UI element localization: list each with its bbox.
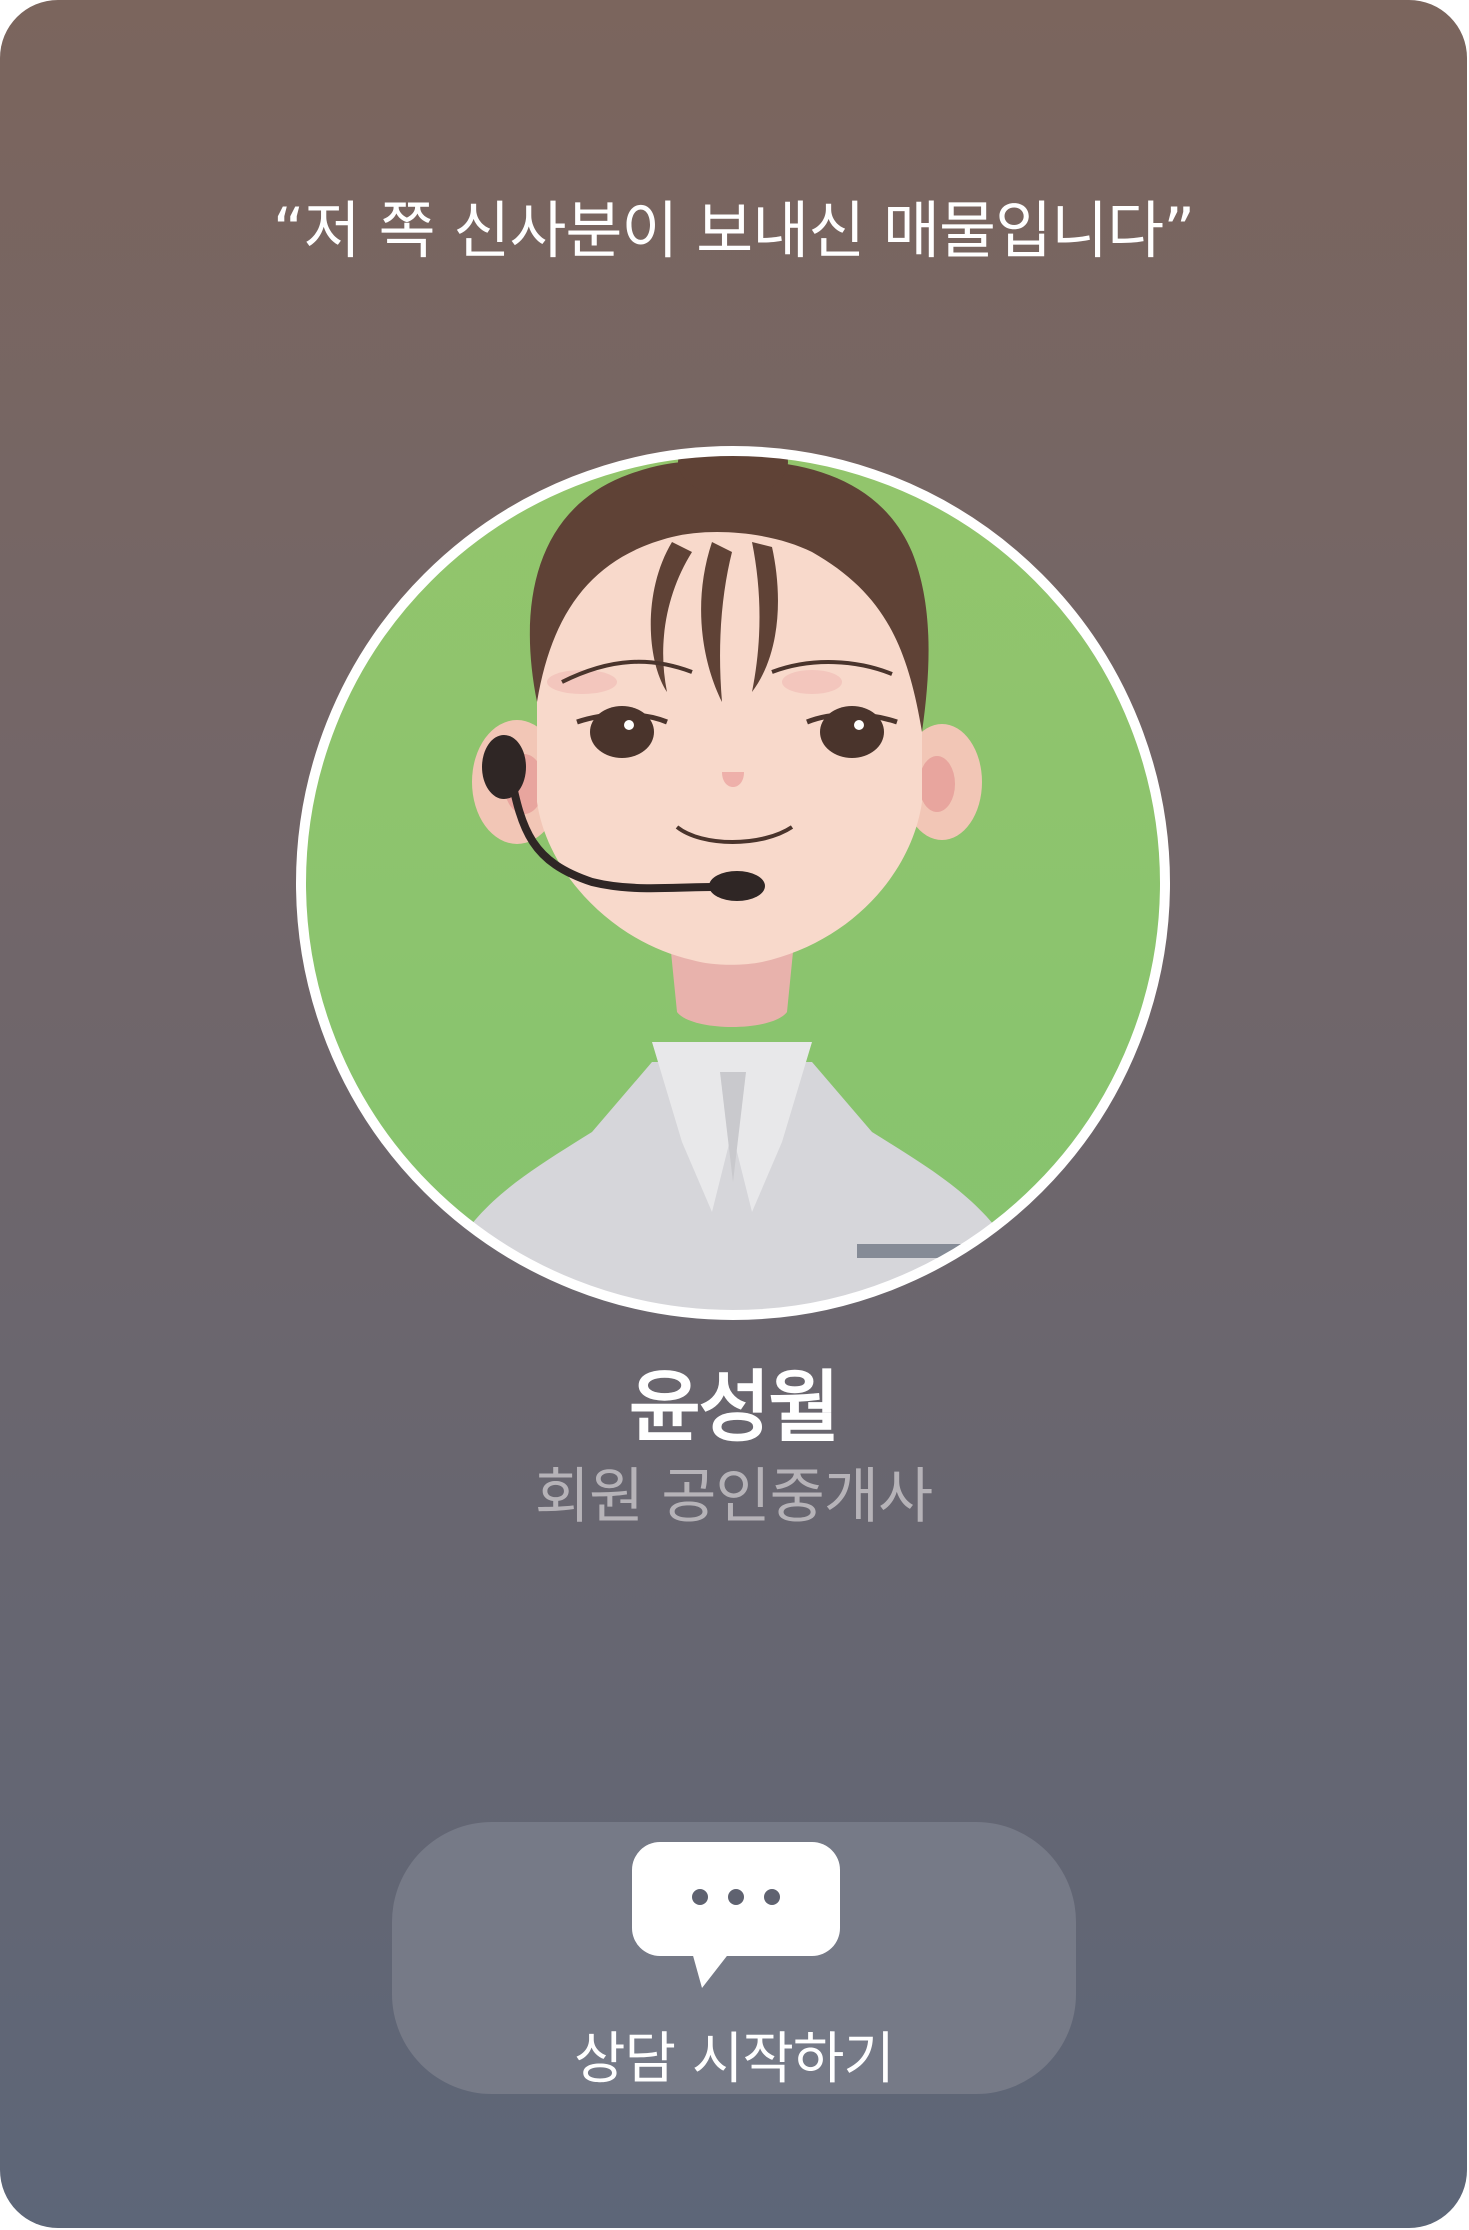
- quote-text: “저 쪽 신사분이 보내신 매물입니다”: [272, 194, 1196, 267]
- start-consultation-button[interactable]: 상담 시작하기: [392, 1822, 1076, 2094]
- start-consultation-label: 상담 시작하기: [574, 2027, 895, 2092]
- chat-bubble-icon: [630, 1840, 842, 1996]
- agent-avatar: [292, 442, 1174, 1324]
- consultant-card: “저 쪽 신사분이 보내신 매물입니다” 윤성월 회원 공인중개사 상담 시작하…: [0, 0, 1467, 2228]
- agent-name: 윤성월: [628, 1363, 840, 1453]
- agent-role: 회원 공인중개사: [534, 1462, 933, 1532]
